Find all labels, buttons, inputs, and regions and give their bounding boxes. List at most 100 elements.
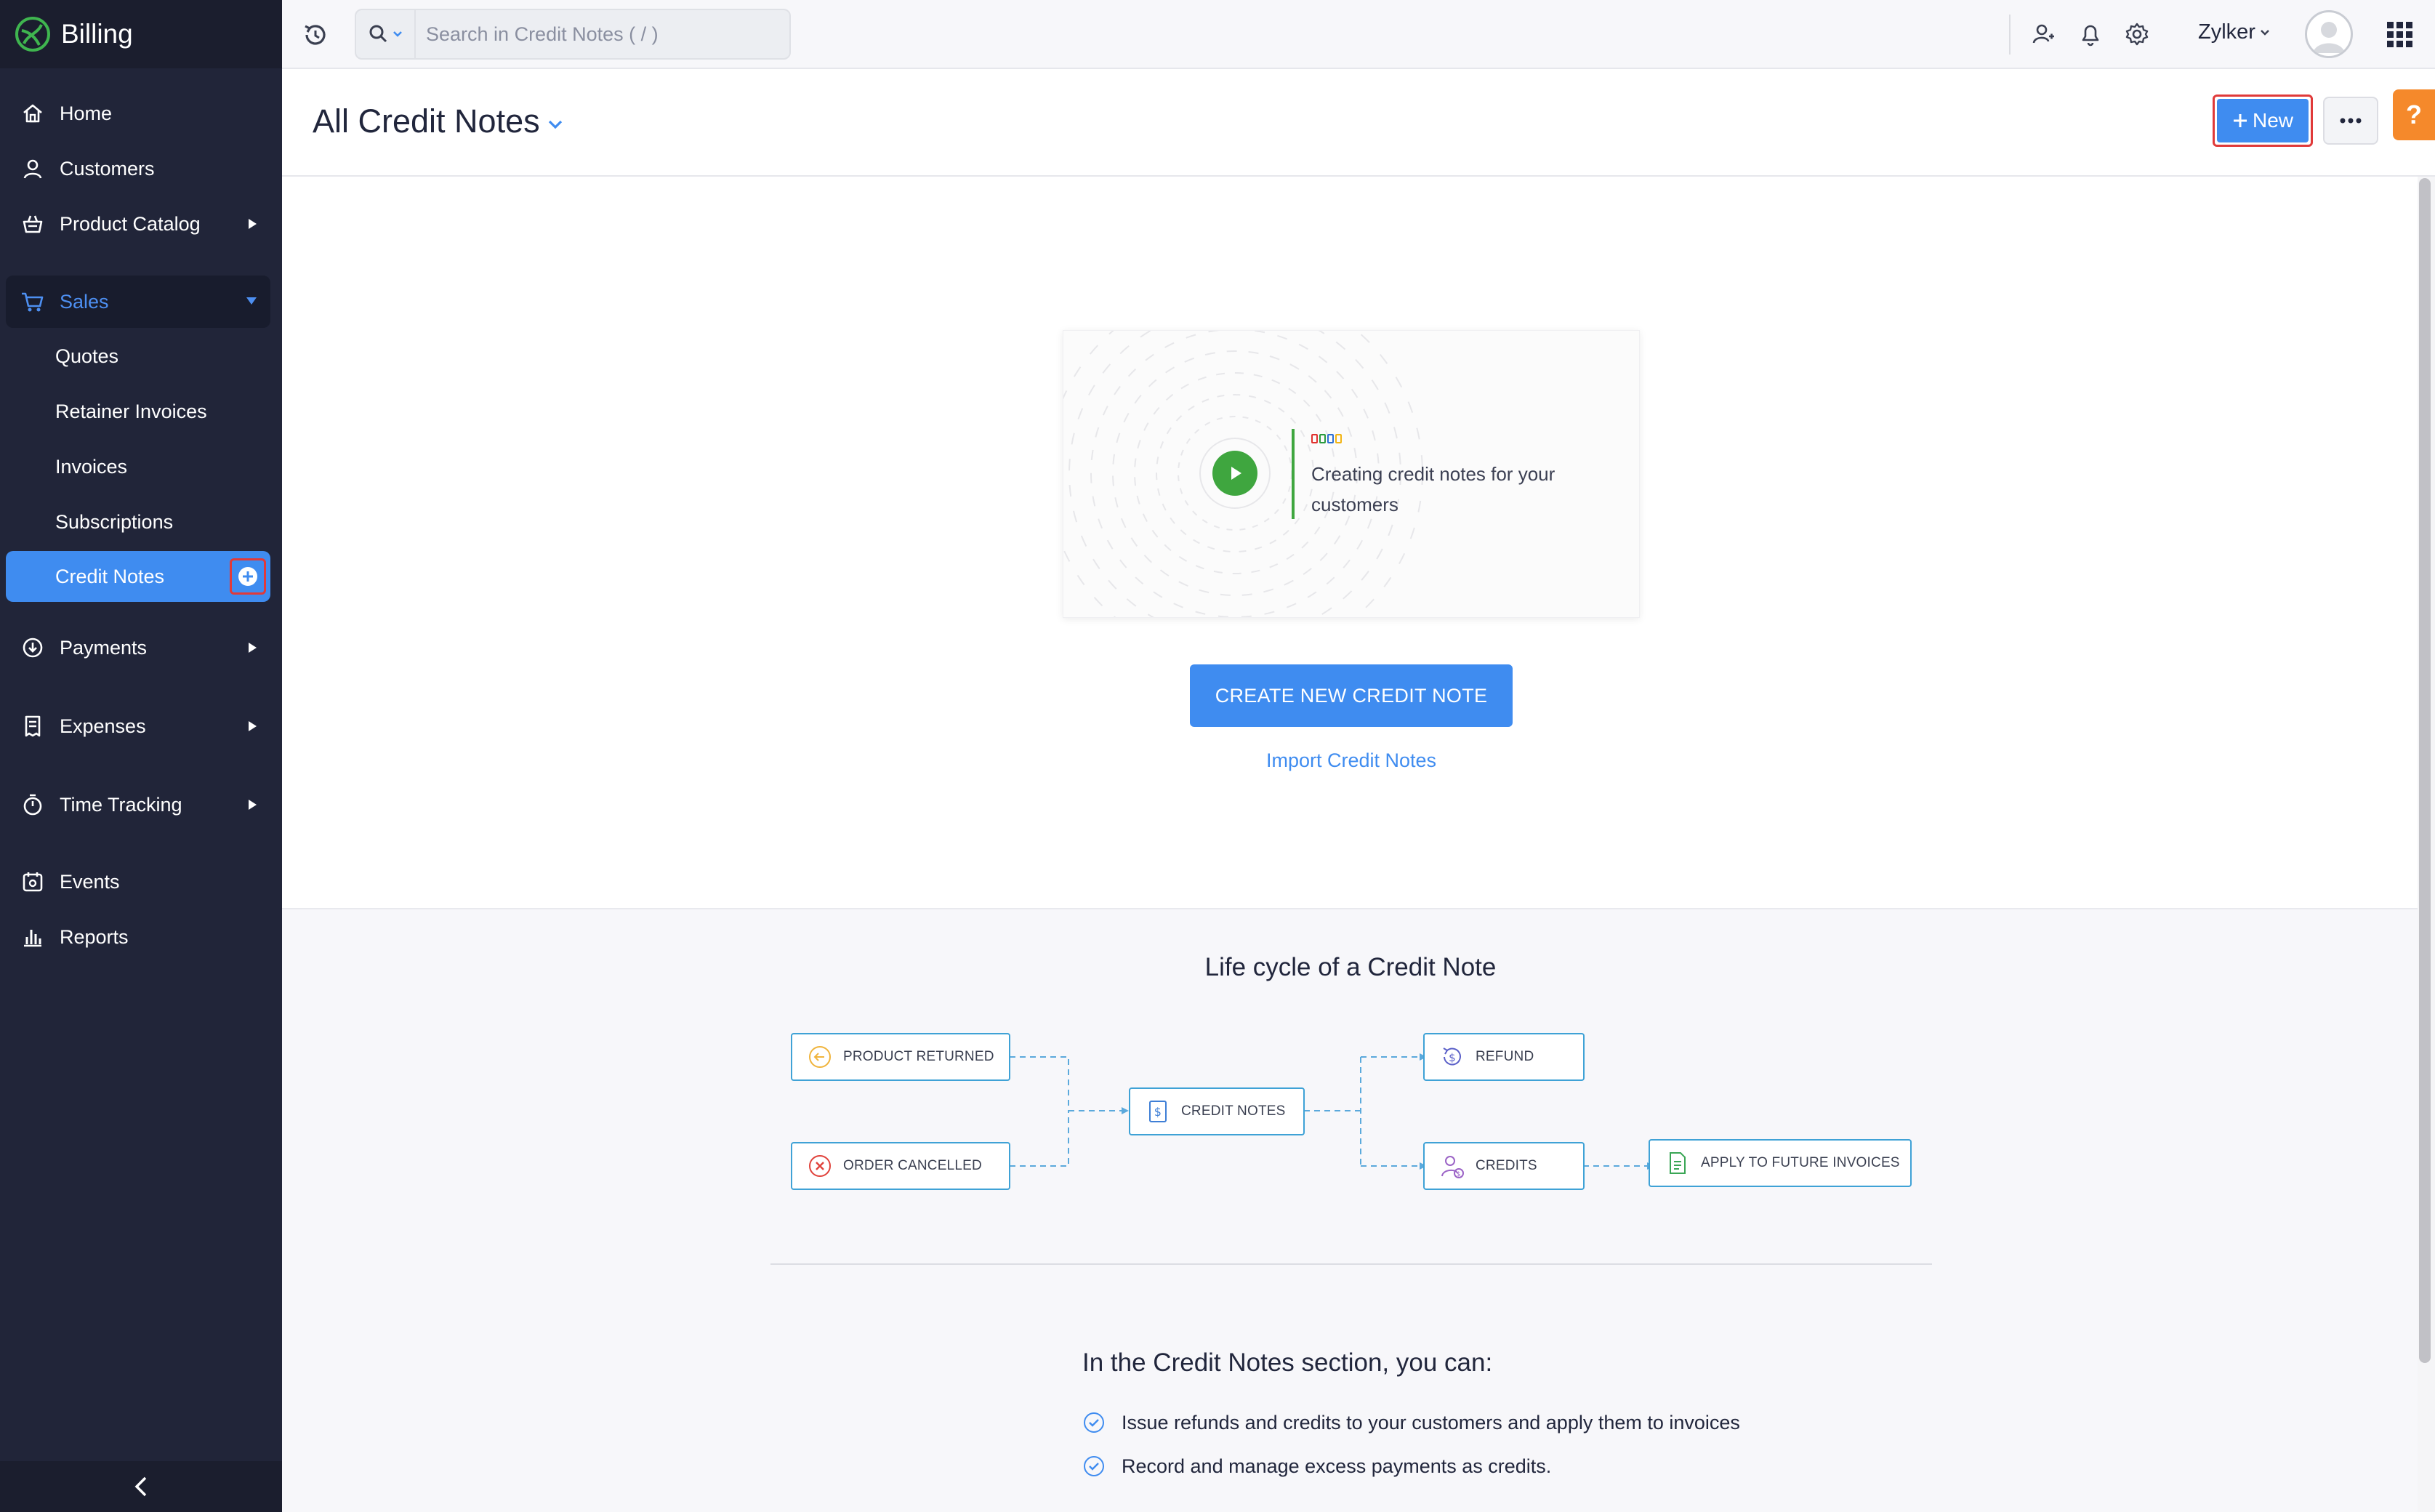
svg-text:$: $ (1154, 1105, 1162, 1119)
chevron-down-icon (393, 31, 402, 37)
credit-note-document-icon: $ (1145, 1098, 1171, 1125)
caret-right-icon (247, 198, 257, 249)
scrollbar-thumb[interactable] (2419, 178, 2431, 1363)
basket-icon (19, 210, 47, 238)
sidebar-item-label: Expenses (60, 715, 146, 737)
main-content: Creating credit notes for your customers… (282, 177, 2435, 1512)
sidebar-item-label: Home (60, 102, 113, 124)
import-credit-notes-link: Import Credit Notes (282, 749, 2419, 772)
organization-switcher[interactable]: Zylker (2198, 20, 2270, 44)
new-credit-note-button[interactable]: New (2213, 94, 2313, 147)
add-credit-note-icon[interactable] (230, 558, 266, 595)
stopwatch-icon (19, 791, 47, 819)
sidebar-item-reports[interactable]: Reports (6, 912, 270, 962)
organization-name: Zylker (2198, 20, 2255, 44)
create-new-credit-note-button[interactable]: CREATE NEW CREDIT NOTE (1190, 664, 1513, 727)
recent-history-button[interactable] (301, 20, 330, 49)
sidebar-item-events[interactable]: Events (6, 856, 270, 907)
search-icon (369, 25, 387, 43)
customer-credits-icon: $ (1439, 1153, 1465, 1179)
search-scope-dropdown[interactable] (356, 10, 416, 58)
play-video-icon[interactable] (1212, 451, 1257, 496)
user-avatar-icon (2313, 22, 2345, 53)
sidebar-item-label: Reports (60, 925, 129, 948)
empty-state-hero: Creating credit notes for your customers… (282, 177, 2419, 908)
caret-right-icon (247, 622, 257, 673)
sidebar-item-sales[interactable]: Sales (6, 276, 270, 328)
invoice-document-icon (1665, 1150, 1691, 1176)
sidebar-subitem-credit-notes[interactable]: Credit Notes (6, 551, 270, 602)
sidebar-item-label: Time Tracking (60, 793, 182, 816)
chevron-down-icon (548, 120, 562, 129)
sidebar-item-expenses[interactable]: Expenses (6, 701, 270, 752)
payment-icon (19, 634, 47, 662)
settings-gear-icon[interactable] (2122, 20, 2152, 49)
history-icon (305, 25, 326, 45)
sidebar-item-customers[interactable]: Customers (6, 143, 270, 194)
search-bar (355, 9, 791, 60)
help-button[interactable]: ? (2393, 89, 2435, 140)
lifecycle-step-label: ORDER CANCELLED (843, 1158, 982, 1173)
receipt-icon (19, 712, 47, 740)
notifications-bell-icon[interactable] (2076, 20, 2105, 49)
capability-item: Issue refunds and credits to your custom… (1082, 1411, 1740, 1434)
app-brand[interactable]: Billing (0, 0, 282, 68)
sidebar-item-label: Product Catalog (60, 212, 201, 235)
tutorial-video-card[interactable]: Creating credit notes for your customers (1063, 330, 1640, 618)
sidebar-item-label: Invoices (55, 455, 128, 478)
divider (2009, 15, 2011, 55)
sidebar-item-label: Subscriptions (55, 510, 174, 533)
video-caption: Creating credit notes for your customers (1311, 463, 1555, 515)
lifecycle-step-label: CREDIT NOTES (1181, 1103, 1286, 1119)
sidebar-item-home[interactable]: Home (6, 88, 270, 139)
sidebar-item-label: Quotes (55, 345, 119, 367)
chevron-down-icon (2261, 29, 2269, 36)
search-input[interactable] (416, 23, 779, 46)
sidebar-item-label: Retainer Invoices (55, 400, 207, 422)
user-avatar[interactable] (2305, 10, 2353, 58)
new-button-label: New (2252, 109, 2293, 132)
sidebar-subitem-subscriptions[interactable]: Subscriptions (6, 497, 270, 547)
more-options-button[interactable] (2323, 97, 2378, 145)
capabilities-title: In the Credit Notes section, you can: (1082, 1348, 1493, 1377)
lifecycle-step-label: CREDITS (1476, 1158, 1537, 1173)
app-launcher-grid-icon[interactable] (2387, 22, 2413, 48)
sidebar-item-label: Payments (60, 636, 148, 659)
check-circle-icon (1084, 1412, 1104, 1433)
page-header: All Credit Notes New ? (282, 69, 2435, 177)
check-circle-icon (1084, 1456, 1104, 1476)
home-icon (19, 100, 47, 127)
page-title: All Credit Notes (313, 102, 540, 140)
import-credit-notes-link-text[interactable]: Import Credit Notes (1266, 749, 1436, 771)
sidebar-subitem-invoices[interactable]: Invoices (6, 442, 270, 491)
sidebar-item-payments[interactable]: Payments (6, 622, 270, 673)
lifecycle-step-label: REFUND (1476, 1049, 1534, 1064)
view-switcher[interactable]: All Credit Notes (313, 102, 563, 140)
more-dots-icon (2340, 118, 2362, 124)
sidebar-item-label: Credit Notes (55, 565, 165, 587)
sidebar-item-time-tracking[interactable]: Time Tracking (6, 779, 270, 830)
capability-text: Record and manage excess payments as cre… (1122, 1455, 1552, 1477)
sidebar-subitem-quotes[interactable]: Quotes (6, 331, 270, 381)
section-divider (770, 1263, 1932, 1265)
lifecycle-step-apply-future-invoices: APPLY TO FUTURE INVOICES (1649, 1139, 1912, 1187)
sidebar: Billing Home Customers Product Catalog S… (0, 0, 282, 1512)
refund-icon: $ (1439, 1044, 1465, 1070)
lifecycle-step-refund: $ REFUND (1423, 1033, 1585, 1081)
app-name: Billing (61, 19, 133, 49)
lifecycle-step-credits: $ CREDITS (1423, 1142, 1585, 1190)
referral-icon[interactable] (2029, 20, 2058, 49)
top-bar: Zylker (282, 0, 2435, 69)
user-icon (19, 155, 47, 182)
capability-text: Issue refunds and credits to your custom… (1122, 1411, 1740, 1433)
billing-logo-icon (15, 17, 50, 52)
capability-item: Record and manage excess payments as cre… (1082, 1455, 1551, 1478)
cart-icon (19, 288, 47, 315)
divider (1292, 429, 1295, 519)
sidebar-item-label: Sales (60, 290, 109, 313)
sidebar-subitem-retainer-invoices[interactable]: Retainer Invoices (6, 387, 270, 436)
collapse-sidebar-button[interactable] (0, 1461, 282, 1512)
zoho-logo-icon (1311, 434, 1342, 446)
bar-chart-icon (19, 923, 47, 951)
sidebar-item-product-catalog[interactable]: Product Catalog (6, 198, 270, 249)
